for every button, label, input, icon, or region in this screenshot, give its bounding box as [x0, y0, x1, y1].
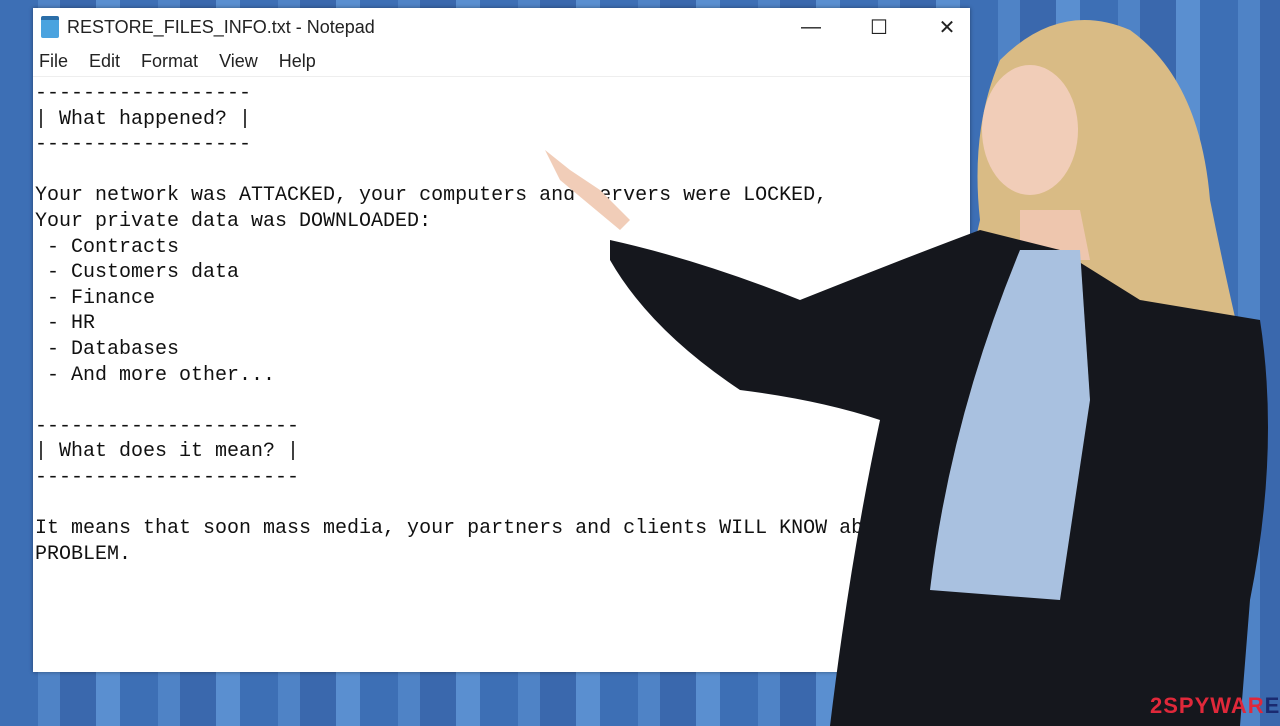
menu-view[interactable]: View	[213, 51, 265, 72]
window-title: RESTORE_FILES_INFO.txt - Notepad	[67, 16, 375, 37]
menu-file[interactable]: File	[33, 51, 75, 72]
watermark-logo: 2SPYWARE	[1150, 693, 1280, 718]
menu-format[interactable]: Format	[135, 51, 205, 72]
menu-edit[interactable]: Edit	[83, 51, 127, 72]
presenter-image	[545, 20, 1268, 726]
menu-help[interactable]: Help	[273, 51, 323, 72]
notepad-icon	[41, 16, 59, 38]
